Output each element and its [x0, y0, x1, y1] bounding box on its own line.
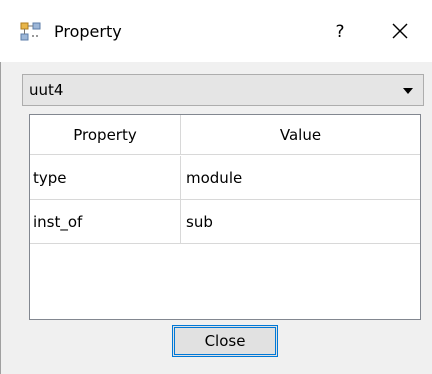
table-row[interactable]: type module	[30, 156, 420, 200]
column-header-property[interactable]: Property	[30, 115, 181, 155]
window-border	[0, 62, 1, 374]
title-bar[interactable]: Property ?	[0, 0, 432, 62]
property-table: Property Value type module inst_of sub	[29, 114, 421, 320]
close-icon[interactable]	[390, 21, 410, 41]
property-tree-icon	[20, 22, 42, 42]
instance-select-value: uut4	[29, 81, 64, 99]
column-header-value[interactable]: Value	[181, 115, 420, 155]
value-cell[interactable]: sub	[181, 200, 420, 244]
chevron-down-icon[interactable]	[403, 88, 413, 94]
window-title: Property	[54, 22, 122, 41]
table-row[interactable]: inst_of sub	[30, 200, 420, 244]
help-button[interactable]: ?	[330, 19, 350, 45]
property-cell[interactable]: type	[30, 156, 181, 200]
close-button[interactable]: Close	[172, 325, 278, 357]
property-dialog: Property ? uut4 Property Value type modu…	[0, 0, 432, 374]
instance-select[interactable]: uut4	[22, 74, 424, 106]
property-cell[interactable]: inst_of	[30, 200, 181, 244]
value-cell[interactable]: module	[181, 156, 420, 200]
